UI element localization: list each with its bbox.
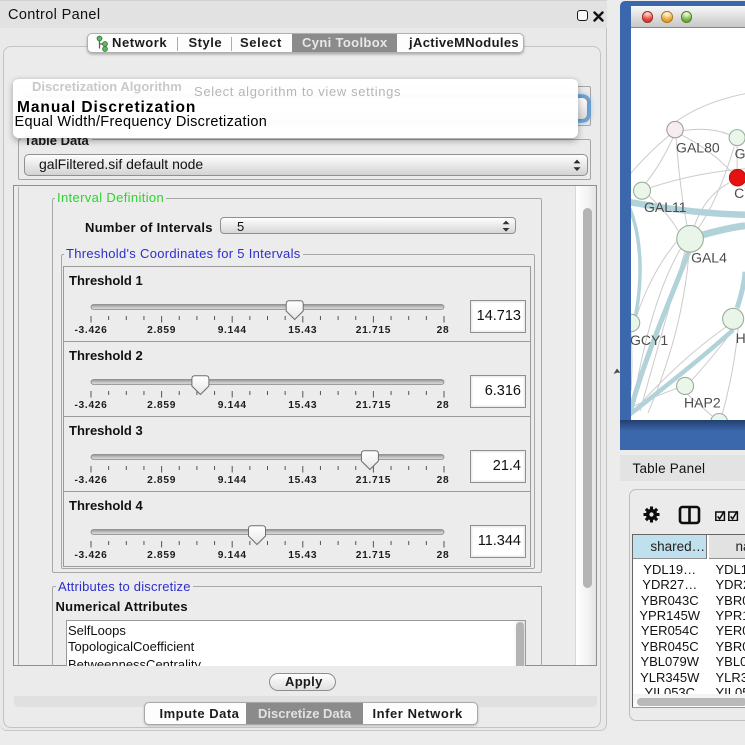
svg-text:CY: CY <box>734 185 745 201</box>
svg-text:GAL11: GAL11 <box>644 199 687 215</box>
svg-text:GAL4: GAL4 <box>691 249 727 265</box>
svg-text:HI: HI <box>736 329 745 345</box>
svg-text:GA: GA <box>735 145 745 161</box>
svg-text:GCY1: GCY1 <box>631 331 668 347</box>
svg-text:GAL80: GAL80 <box>676 139 720 155</box>
svg-text:HAP2: HAP2 <box>684 394 721 410</box>
